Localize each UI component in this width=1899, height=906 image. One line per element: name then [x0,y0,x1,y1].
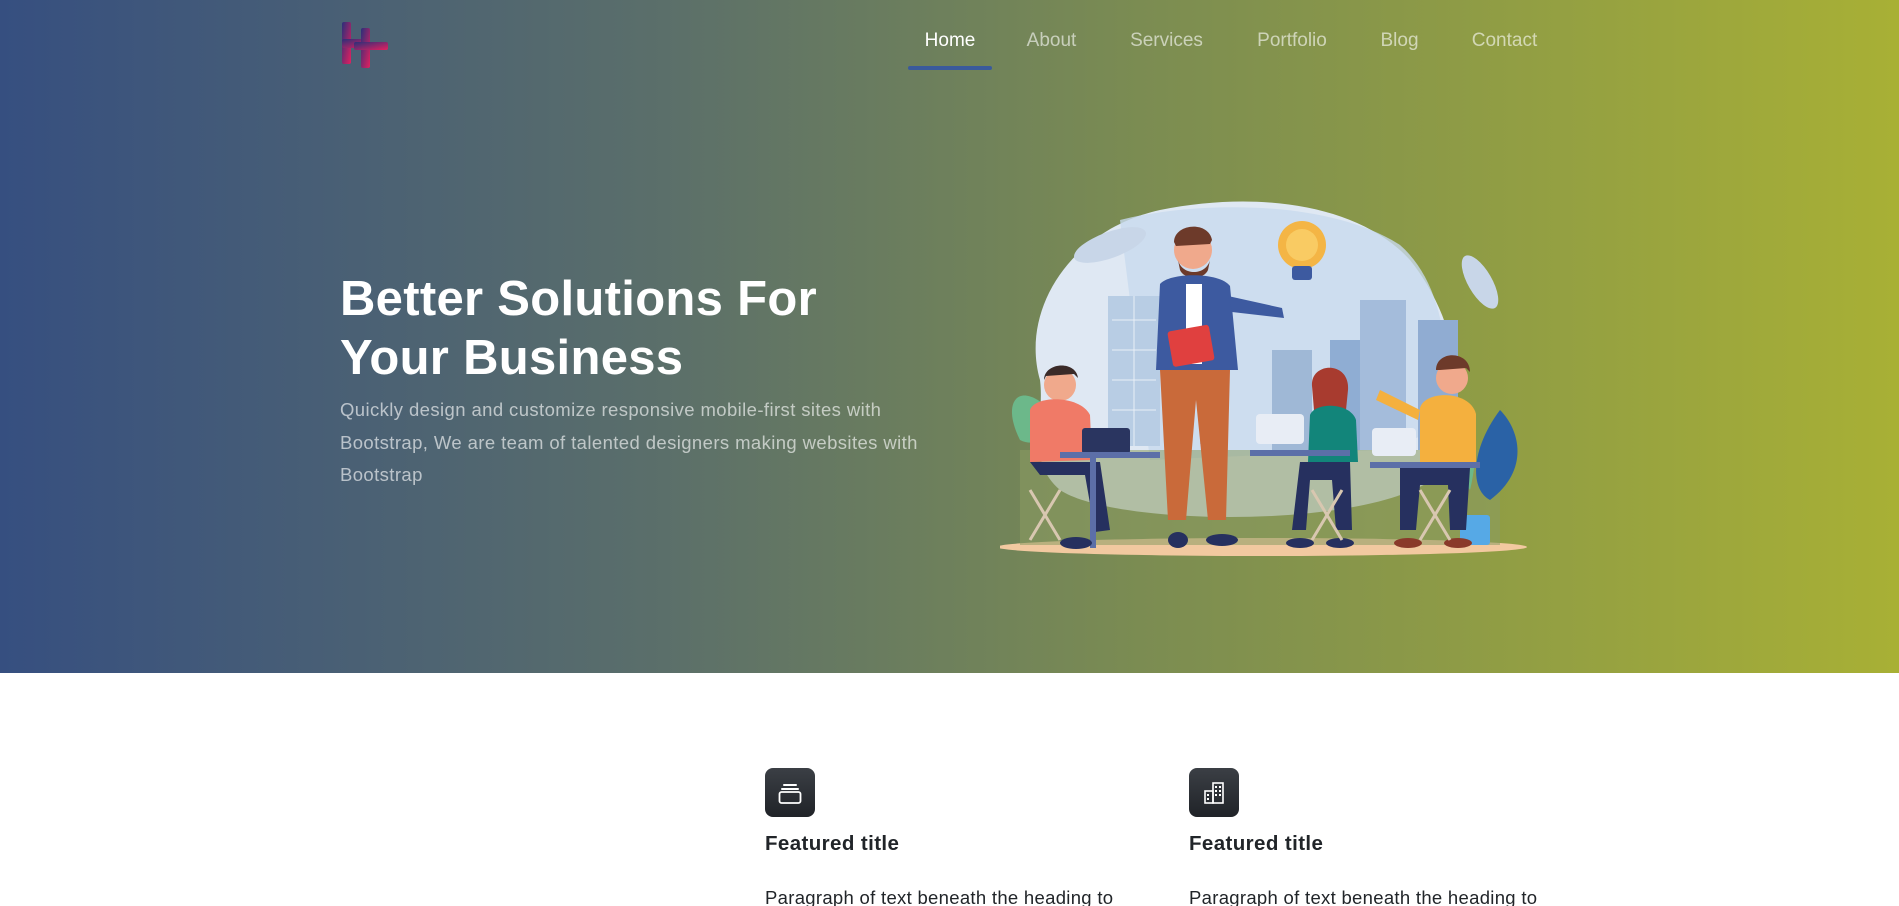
feature-text-1: Paragraph of text beneath the heading to [765,887,1114,906]
collection-icon [778,783,802,804]
hero-section: Home About Services Portfolio Blog Conta… [0,0,1899,673]
hero-subtitle: Quickly design and customize responsive … [340,399,918,485]
feature-text-2: Paragraph of text beneath the heading to [1189,887,1538,906]
feature-card-1: Featured title Paragraph of text beneath… [765,768,1165,906]
nav-portfolio[interactable]: Portfolio [1254,22,1330,72]
main-nav: Home About Services Portfolio Blog Conta… [0,22,1899,72]
feature-title-2: Featured title [1189,832,1324,855]
feature-card-2: Featured title Paragraph of text beneath… [1189,768,1589,906]
nav-blog[interactable]: Blog [1379,22,1420,72]
nav-about[interactable]: About [1025,22,1078,72]
hero-title-line2: Your Business [340,331,684,385]
nav-services[interactable]: Services [1128,22,1205,72]
feature-title-1: Featured title [765,832,900,855]
nav-home[interactable]: Home [908,22,992,72]
hero-title: Better Solutions For Your Business [340,270,900,388]
hero-title-line1: Better Solutions For [340,272,817,326]
feature-icon-box-1 [765,768,815,817]
team-meeting-illustration [1000,200,1540,565]
building-icon [1204,781,1224,804]
nav-contact[interactable]: Contact [1469,22,1540,72]
feature-icon-box-2 [1189,768,1239,817]
